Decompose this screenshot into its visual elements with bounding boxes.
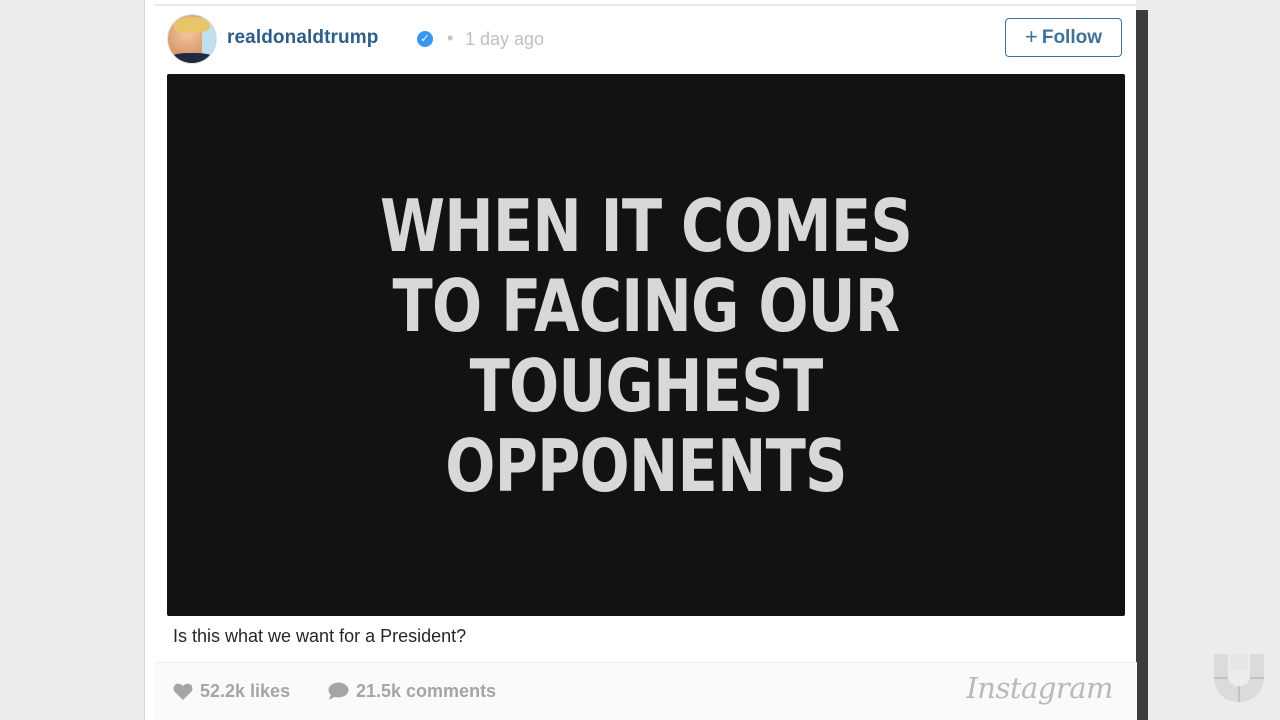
media-text-line: TO FACING OUR (392, 264, 901, 348)
media-overlay-text: WHEN IT COMES TO FACING OUR TOUGHEST OPP… (253, 186, 1039, 506)
card-edge-shadow (1134, 10, 1148, 720)
plus-icon: + (1024, 23, 1038, 49)
follow-label: Follow (1041, 26, 1102, 48)
media-text-line: WHEN IT COMES (379, 184, 913, 268)
likes-label: 52.2k likes (200, 681, 291, 701)
profile-avatar[interactable] (167, 14, 217, 64)
likes-count[interactable]: 52.2k likes (173, 681, 290, 702)
heart-icon (173, 683, 193, 700)
follow-button[interactable]: + Follow (1005, 18, 1122, 57)
comments-count[interactable]: 21.5k comments (328, 681, 496, 702)
comments-label: 21.5k comments (356, 681, 497, 701)
media-text-line: OPPONENTS (445, 424, 847, 508)
card-top-border (155, 4, 1136, 6)
instagram-embed-card: realdonaldtrump ✓ • 1 day ago + Follow W… (144, 0, 1137, 720)
avatar-suit (168, 53, 216, 63)
screen: realdonaldtrump ✓ • 1 day ago + Follow W… (0, 0, 1280, 720)
post-caption: Is this what we want for a President? (173, 626, 467, 646)
instagram-logo[interactable]: Instagram (966, 671, 1113, 705)
post-header: realdonaldtrump ✓ • 1 day ago + Follow (167, 14, 1125, 66)
verified-badge-icon: ✓ (417, 31, 433, 47)
media-text-line: TOUGHEST (469, 344, 824, 428)
post-media-video[interactable]: WHEN IT COMES TO FACING OUR TOUGHEST OPP… (167, 74, 1125, 616)
post-footer: 52.2k likes 21.5k comments Instagram (155, 662, 1137, 720)
comment-bubble-icon (328, 682, 349, 700)
avatar-hair (174, 17, 210, 33)
separator-dot: • (447, 28, 454, 48)
username-link[interactable]: realdonaldtrump (227, 27, 378, 49)
post-timestamp[interactable]: 1 day ago (465, 29, 544, 50)
univision-watermark-icon (1214, 654, 1264, 702)
